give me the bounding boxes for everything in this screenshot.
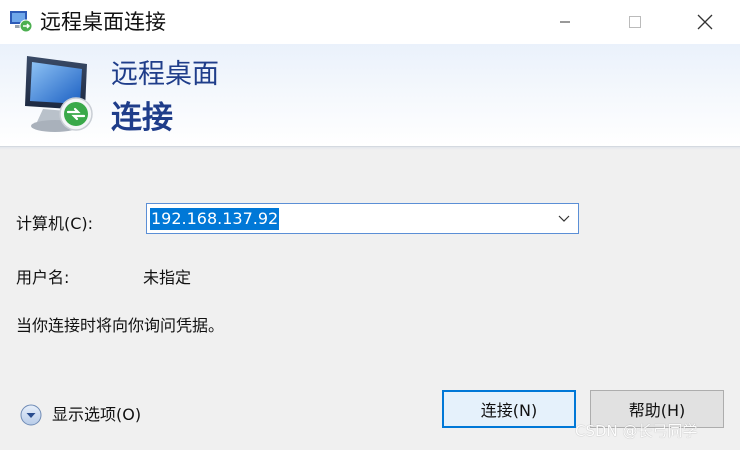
computer-label: 计算机(C):	[16, 214, 94, 233]
window-title: 远程桌面连接	[40, 10, 166, 34]
minimize-icon	[560, 21, 570, 23]
username-label: 用户名:	[16, 268, 70, 287]
show-options-toggle[interactable]: 显示选项(O)	[20, 403, 141, 427]
minimize-button[interactable]	[530, 0, 600, 44]
remote-desktop-monitor-icon	[25, 56, 93, 132]
banner-title-line1: 远程桌面	[111, 59, 219, 90]
close-icon	[697, 14, 713, 30]
header-banner: 远程桌面 连接	[0, 44, 740, 150]
username-value: 未指定	[143, 268, 192, 287]
connect-button[interactable]: 连接(N)	[442, 390, 576, 428]
expand-circle-icon[interactable]	[20, 404, 42, 426]
remote-desktop-app-icon	[10, 11, 33, 33]
maximize-button[interactable]	[600, 0, 670, 44]
credential-note: 当你连接时将向你询问凭据。	[16, 316, 225, 335]
title-bar: 远程桌面连接	[0, 0, 740, 44]
banner-title-line2: 连接	[111, 100, 173, 136]
watermark-text: CSDN @长弓同学	[575, 422, 698, 440]
close-button[interactable]	[670, 0, 740, 44]
computer-input-value[interactable]: 192.168.137.92	[150, 208, 280, 230]
computer-combobox[interactable]: 192.168.137.92	[146, 203, 579, 234]
show-options-label[interactable]: 显示选项(O)	[52, 405, 141, 425]
maximize-icon	[629, 16, 641, 28]
chevron-down-icon[interactable]	[558, 214, 570, 224]
